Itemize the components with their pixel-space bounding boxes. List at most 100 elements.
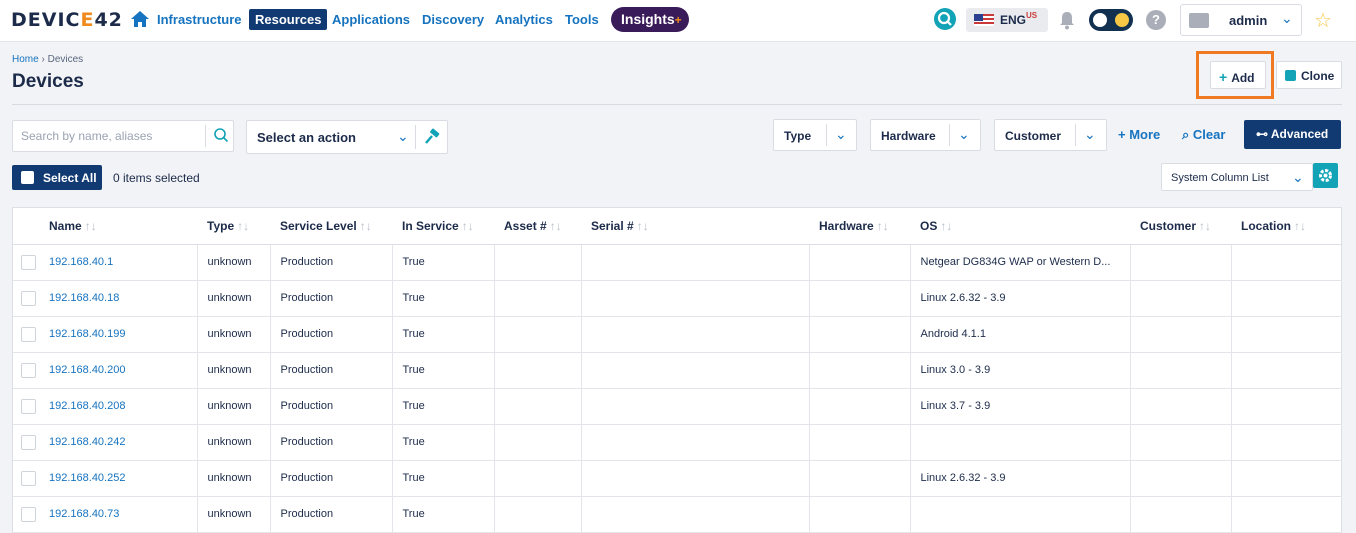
cell-hardware xyxy=(808,244,910,281)
table-row[interactable]: 192.168.40.73 unknown Production True xyxy=(13,496,1342,533)
hammer-icon[interactable] xyxy=(423,128,441,146)
user-menu[interactable]: admin ⌄ xyxy=(1180,4,1302,36)
select-all-button[interactable]: Select All xyxy=(12,165,102,190)
nav-discovery[interactable]: Discovery xyxy=(422,12,484,27)
sort-icon[interactable]: ↑↓ xyxy=(462,219,474,233)
column-header-os[interactable]: OS ↑↓ xyxy=(910,208,1130,245)
column-header-service-level[interactable]: Service Level ↑↓ xyxy=(270,208,392,245)
home-icon[interactable] xyxy=(130,10,150,28)
cell-asset xyxy=(493,280,581,317)
column-header-in-service[interactable]: In Service ↑↓ xyxy=(392,208,494,245)
table-row[interactable]: 192.168.40.200 unknown Production True Linux… xyxy=(13,352,1342,389)
add-button[interactable]: + Add xyxy=(1210,61,1266,89)
sort-icon[interactable]: ↑↓ xyxy=(1199,219,1211,233)
cell-service-level: Production xyxy=(269,316,392,353)
table-row[interactable]: 192.168.40.199 unknown Production True Andro… xyxy=(13,316,1342,353)
column-list-value: System Column List xyxy=(1171,172,1269,184)
chevron-down-icon: ⌄ xyxy=(1292,169,1304,185)
row-checkbox[interactable] xyxy=(21,470,36,486)
advanced-search-button[interactable]: ⊷ Advanced xyxy=(1244,120,1341,149)
cell-in-service: True xyxy=(391,388,494,425)
sort-icon[interactable]: ↑↓ xyxy=(940,219,952,233)
customer-filter[interactable]: Customer ⌄ xyxy=(994,119,1107,151)
hardware-filter[interactable]: Hardware ⌄ xyxy=(870,119,981,151)
device-name-link[interactable]: 192.168.40.252 xyxy=(43,460,197,497)
cell-customer xyxy=(1129,388,1231,425)
clear-filters-button[interactable]: ⌕ Clear xyxy=(1182,127,1225,143)
column-header-hardware[interactable]: Hardware ↑↓ xyxy=(809,208,910,245)
sort-icon[interactable]: ↑↓ xyxy=(360,219,372,233)
sort-icon[interactable]: ↑↓ xyxy=(637,219,649,233)
table-row[interactable]: 192.168.40.208 unknown Production True Linux… xyxy=(13,388,1342,425)
cell-location xyxy=(1230,424,1342,461)
breadcrumb-home[interactable]: Home xyxy=(12,54,39,65)
cell-customer xyxy=(1129,424,1231,461)
gear-icon[interactable] xyxy=(1313,163,1338,188)
nav-applications[interactable]: Applications xyxy=(332,12,410,27)
row-checkbox[interactable] xyxy=(21,434,36,450)
user-name: admin xyxy=(1229,13,1268,28)
cell-service-level: Production xyxy=(269,244,392,281)
search-input[interactable] xyxy=(13,121,203,151)
cell-in-service: True xyxy=(391,244,494,281)
action-select[interactable]: Select an action ⌄ xyxy=(246,120,448,154)
theme-toggle-icon[interactable] xyxy=(1089,9,1133,31)
sort-icon[interactable]: ↑↓ xyxy=(550,219,562,233)
column-header-customer[interactable]: Customer ↑↓ xyxy=(1130,208,1231,245)
sort-icon[interactable]: ↑↓ xyxy=(237,219,249,233)
cell-location xyxy=(1230,352,1342,389)
row-checkbox[interactable] xyxy=(21,290,36,306)
row-checkbox[interactable] xyxy=(21,398,36,414)
cell-service-level: Production xyxy=(269,424,392,461)
help-icon[interactable]: ? xyxy=(1146,10,1166,30)
breadcrumb-current: Devices xyxy=(47,54,84,65)
column-header-type[interactable]: Type ↑↓ xyxy=(197,208,270,245)
row-checkbox[interactable] xyxy=(21,506,36,522)
table-row[interactable]: 192.168.40.242 unknown Production True xyxy=(13,424,1342,461)
row-checkbox[interactable] xyxy=(21,326,36,342)
sort-icon[interactable]: ↑↓ xyxy=(1294,219,1306,233)
table-row[interactable]: 192.168.40.18 unknown Production True Linux … xyxy=(13,280,1342,317)
table-row[interactable]: 192.168.40.252 unknown Production True Linux… xyxy=(13,460,1342,497)
more-filters-button[interactable]: + More xyxy=(1118,127,1160,142)
bell-icon[interactable] xyxy=(1058,10,1076,30)
device-name-link[interactable]: 192.168.40.208 xyxy=(43,388,197,425)
nav-analytics[interactable]: Analytics xyxy=(495,12,553,27)
device42-logo[interactable]: DEVICE42 xyxy=(11,9,123,31)
column-list-select[interactable]: System Column List ⌄ xyxy=(1161,163,1313,191)
language-selector[interactable]: ENG US xyxy=(966,8,1048,32)
cell-serial xyxy=(580,244,809,281)
search-icon[interactable] xyxy=(213,127,229,143)
language-code: ENG xyxy=(1000,13,1027,27)
binoculars-icon: ⊷ xyxy=(1256,127,1271,141)
cell-serial xyxy=(580,388,809,425)
column-header-serial[interactable]: Serial # ↑↓ xyxy=(581,208,809,245)
sort-icon[interactable]: ↑↓ xyxy=(877,219,889,233)
nav-resources[interactable]: Resources xyxy=(249,9,328,30)
hardware-filter-label: Hardware xyxy=(881,129,936,143)
column-header-location[interactable]: Location ↑↓ xyxy=(1231,208,1342,245)
insights-button[interactable]: Insights+ xyxy=(611,7,689,32)
cell-asset xyxy=(493,388,581,425)
row-checkbox[interactable] xyxy=(21,254,36,270)
nav-tools[interactable]: Tools xyxy=(565,12,599,27)
table-row[interactable]: 192.168.40.1 unknown Production True Netgear… xyxy=(13,244,1342,281)
device-name-link[interactable]: 192.168.40.18 xyxy=(43,280,197,317)
device-name-link[interactable]: 192.168.40.1 xyxy=(43,244,197,281)
row-checkbox[interactable] xyxy=(21,362,36,378)
nav-infrastructure[interactable]: Infrastructure xyxy=(157,12,242,27)
cell-serial xyxy=(580,496,809,533)
cell-hardware xyxy=(808,460,910,497)
type-filter[interactable]: Type ⌄ xyxy=(773,119,857,151)
column-header-asset[interactable]: Asset # ↑↓ xyxy=(494,208,581,245)
sort-icon[interactable]: ↑↓ xyxy=(85,219,97,233)
search-icon[interactable] xyxy=(934,8,956,30)
cell-location xyxy=(1230,496,1342,533)
device-name-link[interactable]: 192.168.40.242 xyxy=(43,424,197,461)
star-icon[interactable]: ☆ xyxy=(1314,8,1332,33)
device-name-link[interactable]: 192.168.40.200 xyxy=(43,352,197,389)
column-header-name[interactable]: Name ↑↓ xyxy=(43,208,197,245)
device-name-link[interactable]: 192.168.40.199 xyxy=(43,316,197,353)
device-name-link[interactable]: 192.168.40.73 xyxy=(43,496,197,533)
clone-button[interactable]: Clone xyxy=(1276,61,1342,89)
